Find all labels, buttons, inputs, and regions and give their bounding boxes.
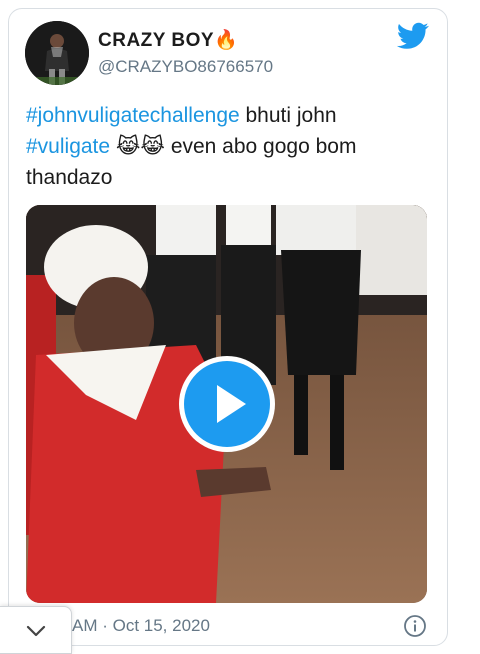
tweet-text: #johnvuligatechallenge bhuti john #vulig… [26, 100, 426, 193]
fire-emoji: 🔥 [214, 30, 239, 51]
author-display-name[interactable]: CRAZY BOY🔥 [98, 28, 238, 52]
avatar-image [25, 21, 89, 85]
collapse-button[interactable] [0, 606, 72, 654]
hashtag-link[interactable]: #vuligate [26, 135, 110, 158]
play-button[interactable] [184, 361, 270, 447]
avatar[interactable] [25, 21, 89, 85]
tweet-text-segment: bhuti john [239, 104, 337, 127]
tweet-timestamp[interactable]: AM · Oct 15, 2020 [72, 616, 210, 636]
twitter-bird-icon[interactable] [397, 22, 429, 50]
play-icon [217, 385, 246, 423]
author-handle[interactable]: @CRAZYBO86766570 [98, 57, 273, 77]
cat-tears-emoji: 😹😹 [110, 135, 171, 158]
info-icon[interactable] [403, 614, 427, 638]
hashtag-link[interactable]: #johnvuligatechallenge [26, 104, 240, 127]
chevron-down-icon [26, 625, 46, 637]
video-player[interactable] [26, 205, 427, 603]
